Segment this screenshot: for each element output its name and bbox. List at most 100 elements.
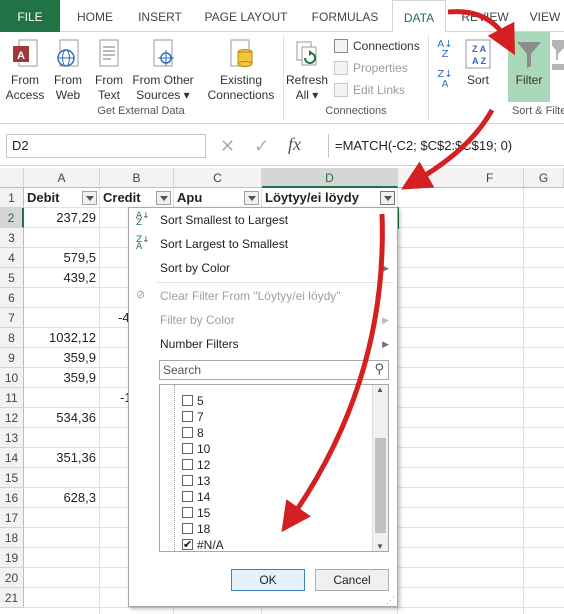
insert-function-icon[interactable]: fx <box>288 134 301 155</box>
from-text-button[interactable]: From Text <box>90 38 128 103</box>
row-header[interactable]: 4 <box>0 248 24 268</box>
tab-data[interactable]: DATA <box>392 0 446 33</box>
checkbox-15[interactable] <box>182 507 193 518</box>
tab-home[interactable]: HOME <box>66 0 124 32</box>
select-all-corner[interactable] <box>0 168 24 188</box>
row-header[interactable]: 8 <box>0 328 24 348</box>
filter-dropdown-c[interactable] <box>244 191 259 205</box>
sort-desc-small-button[interactable]: Z↓ A <box>434 70 456 95</box>
cancel-x-icon[interactable]: ✕ <box>220 136 235 157</box>
from-web-button[interactable]: From Web <box>50 38 86 103</box>
row-header[interactable]: 11 <box>0 388 24 408</box>
cell-a4[interactable]: 579,5 <box>24 248 100 268</box>
row-header[interactable]: 6 <box>0 288 24 308</box>
checkbox-5[interactable] <box>182 395 193 406</box>
edit-links-button[interactable]: Edit Links <box>334 81 405 99</box>
filter-dropdown-d[interactable] <box>380 191 395 205</box>
column-header-d[interactable]: D <box>262 168 398 188</box>
row-header[interactable]: 3 <box>0 228 24 248</box>
cell-a12[interactable]: 534,36 <box>24 408 100 428</box>
checkbox-8[interactable] <box>182 427 193 438</box>
row-header[interactable]: 1 <box>0 188 24 208</box>
filter-value-item[interactable]: 7 <box>182 409 204 425</box>
menu-number-filters[interactable]: Number Filters ▶ <box>129 332 397 356</box>
filter-value-item[interactable]: 15 <box>182 505 210 521</box>
row-header[interactable]: 9 <box>0 348 24 368</box>
tab-file[interactable]: FILE <box>0 0 60 32</box>
filter-value-item[interactable]: 13 <box>182 473 210 489</box>
cell-a16[interactable]: 628,3 <box>24 488 100 508</box>
checkbox-7[interactable] <box>182 411 193 422</box>
sort-button[interactable]: Z A A Z Sort <box>460 38 496 88</box>
formula-input[interactable]: =MATCH(-C2; $C$2:$C$19; 0) <box>328 134 564 158</box>
filter-value-item[interactable]: 18 <box>182 521 210 537</box>
header-cell-apu[interactable]: Apu <box>174 188 262 208</box>
sort-asc-small-button[interactable]: A↓ Z <box>434 40 456 65</box>
existing-connections-button[interactable]: Existing Connections <box>204 38 278 103</box>
scroll-down-icon[interactable]: ▼ <box>376 542 384 551</box>
tab-review[interactable]: REVIEW <box>452 0 518 32</box>
from-access-button[interactable]: A From Access <box>4 38 46 103</box>
scroll-thumb[interactable] <box>375 438 386 533</box>
header-cell-credit[interactable]: Credit <box>100 188 174 208</box>
tab-insert[interactable]: INSERT <box>128 0 192 32</box>
name-box[interactable]: D2 <box>6 134 206 158</box>
row-header[interactable]: 10 <box>0 368 24 388</box>
row-header[interactable]: 19 <box>0 548 24 568</box>
filter-dropdown-a[interactable] <box>82 191 97 205</box>
refresh-all-button[interactable]: Refresh All ▾ <box>286 38 328 103</box>
row-header[interactable]: 15 <box>0 468 24 488</box>
ok-button[interactable]: OK <box>231 569 305 591</box>
filter-button[interactable]: Filter <box>508 32 550 102</box>
cancel-button[interactable]: Cancel <box>315 569 389 591</box>
filter-value-item[interactable]: 10 <box>182 441 210 457</box>
tab-view[interactable]: VIEW <box>524 0 564 32</box>
row-header[interactable]: 21 <box>0 588 24 608</box>
row-header[interactable]: 18 <box>0 528 24 548</box>
column-header-a[interactable]: A <box>24 168 100 188</box>
column-header-g[interactable]: G <box>524 168 564 188</box>
cell-a9[interactable]: 359,9 <box>24 348 100 368</box>
column-header-c[interactable]: C <box>174 168 262 188</box>
row-header[interactable]: 16 <box>0 488 24 508</box>
enter-check-icon[interactable]: ✓ <box>254 136 269 157</box>
filter-value-item[interactable]: 5 <box>182 393 204 409</box>
checkbox-10[interactable] <box>182 443 193 454</box>
row-header[interactable]: 7 <box>0 308 24 328</box>
row-header[interactable]: 2 <box>0 208 24 228</box>
scroll-up-icon[interactable]: ▲ <box>376 385 384 394</box>
connections-button[interactable]: Connections <box>334 37 420 55</box>
checkbox-12[interactable] <box>182 459 193 470</box>
column-header-b[interactable]: B <box>100 168 174 188</box>
cell-a8[interactable]: 1032,12 <box>24 328 100 348</box>
checkbox-14[interactable] <box>182 491 193 502</box>
checkbox-na[interactable] <box>182 537 193 551</box>
filter-value-item[interactable]: #N/A <box>182 537 224 551</box>
cell-a5[interactable]: 439,2 <box>24 268 100 288</box>
list-scrollbar[interactable]: ▲ ▼ <box>372 385 388 551</box>
from-other-sources-button[interactable]: From Other Sources ▾ <box>130 38 196 103</box>
row-header[interactable]: 14 <box>0 448 24 468</box>
filter-value-item[interactable]: 12 <box>182 457 210 473</box>
row-header[interactable]: 12 <box>0 408 24 428</box>
checkbox-18[interactable] <box>182 523 193 534</box>
clear-filter-button[interactable] <box>552 38 564 73</box>
row-header[interactable]: 5 <box>0 268 24 288</box>
properties-button[interactable]: Properties <box>334 59 408 77</box>
row-header[interactable]: 13 <box>0 428 24 448</box>
filter-value-item[interactable]: 14 <box>182 489 210 505</box>
row-header[interactable]: 20 <box>0 568 24 588</box>
header-cell-debit[interactable]: Debit <box>24 188 100 208</box>
cell-a14[interactable]: 351,36 <box>24 448 100 468</box>
filter-search-input[interactable]: Search ⚲ <box>159 360 389 380</box>
menu-clear-filter[interactable]: ⊘ Clear Filter From "Löytyy/ei löydy" <box>129 284 397 308</box>
menu-sort-descending[interactable]: Z↓ A Sort Largest to Smallest <box>129 232 397 256</box>
menu-sort-by-color[interactable]: Sort by Color ▶ <box>129 256 397 280</box>
tab-page-layout[interactable]: PAGE LAYOUT <box>196 0 296 32</box>
menu-filter-by-color[interactable]: Filter by Color ▶ <box>129 308 397 332</box>
resize-grip-icon[interactable]: ⋰ <box>386 595 395 606</box>
column-header-f[interactable]: F <box>398 168 524 188</box>
checkbox-13[interactable] <box>182 475 193 486</box>
row-header[interactable]: 17 <box>0 508 24 528</box>
cell-a2[interactable]: 237,29 <box>24 208 100 228</box>
